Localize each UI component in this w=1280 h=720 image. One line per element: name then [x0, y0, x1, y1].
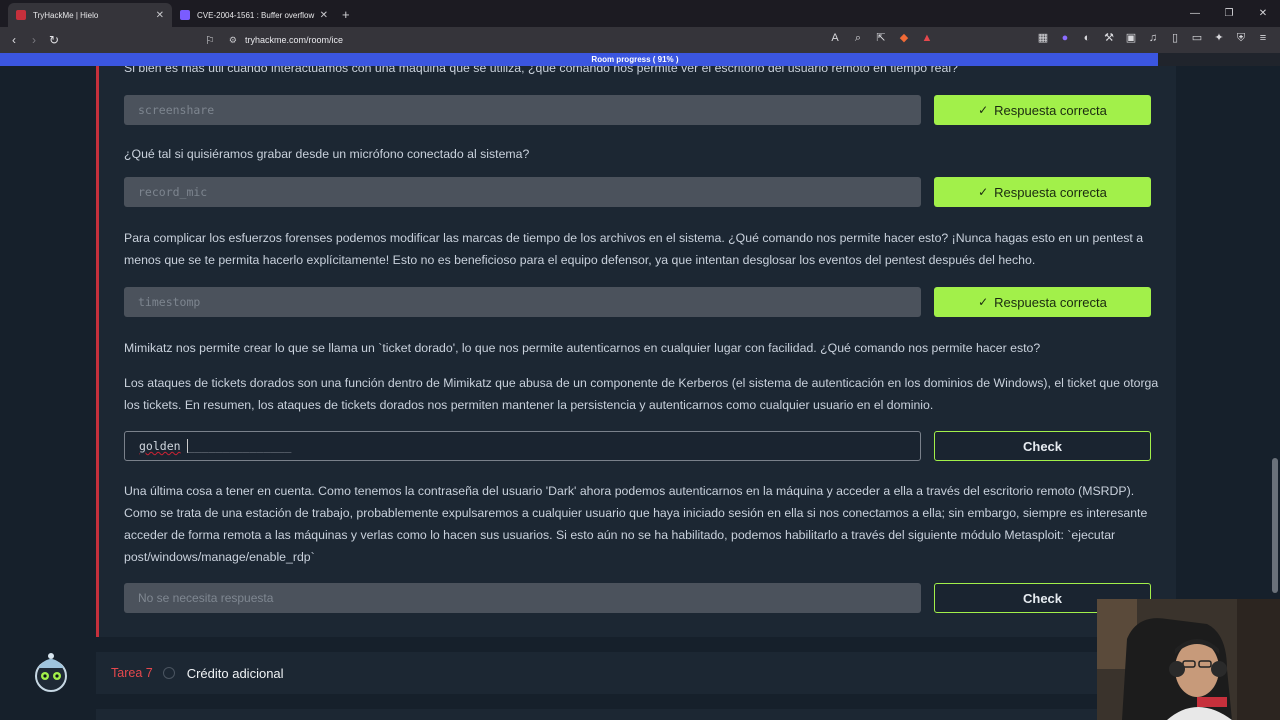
brave-shield-icon[interactable]: ◆ — [897, 31, 911, 45]
question-text: ¿Qué tal si quisiéramos grabar desde un … — [124, 147, 530, 161]
answer-mask: _______________ — [187, 439, 292, 453]
checkmark-icon: ✓ — [978, 185, 989, 199]
site-info-icon[interactable]: ⚙ — [229, 35, 237, 46]
back-icon[interactable]: ‹ — [4, 33, 24, 47]
correct-answer-button: ✓ Respuesta correcta — [934, 177, 1151, 207]
correct-answer-label: Respuesta correcta — [994, 102, 1107, 118]
correct-answer-label: Respuesta correcta — [994, 184, 1107, 200]
extension-icon[interactable]: ▣ — [1124, 31, 1138, 45]
correct-answer-button: ✓ Respuesta correcta — [934, 95, 1151, 125]
extension-icon[interactable]: ◐ — [1080, 31, 1094, 45]
question-text: Una última cosa a tener en cuenta. Como … — [124, 484, 1148, 564]
answer-field: record_mic — [124, 177, 921, 207]
scrollbar-thumb[interactable] — [1272, 458, 1278, 593]
tab-cve[interactable]: CVE-2004-1561 : Buffer overflow in Ic ✕ — [172, 3, 336, 27]
task-status-circle-icon — [162, 667, 175, 679]
close-window-icon[interactable]: ✕ — [1246, 8, 1280, 19]
tryhackme-favicon-icon — [16, 10, 26, 20]
close-tab-icon[interactable]: ✕ — [156, 10, 164, 21]
answer-field-no-answer: No se necesita respuesta — [124, 583, 921, 613]
share-icon[interactable]: ⇱ — [874, 31, 888, 45]
room-progress-label: Room progress ( 91% ) — [591, 55, 679, 64]
brave-rewards-icon[interactable]: ▲ — [920, 31, 934, 45]
vpn-icon[interactable]: ⛨ — [1234, 31, 1248, 45]
task-title: Crédito adicional — [186, 665, 284, 681]
answer-input[interactable]: golden _______________ — [124, 431, 921, 461]
task-number: Tarea 7 — [111, 666, 153, 680]
url-text: tryhackme.com/room/ice — [244, 35, 343, 45]
window-controls: — ❐ ✕ — [1178, 0, 1280, 27]
typed-answer: golden — [139, 439, 181, 453]
answer-field: screenshare — [124, 95, 921, 125]
leo-icon[interactable]: ✦ — [1212, 31, 1226, 45]
media-icon[interactable]: ♫ — [1146, 31, 1160, 45]
question-hint-text: Los ataques de tickets dorados son una f… — [124, 376, 1159, 412]
extension-icon[interactable]: ⚒ — [1102, 31, 1116, 45]
translate-icon[interactable]: A — [828, 31, 842, 45]
menu-icon[interactable]: ≡ — [1256, 31, 1270, 45]
question-text: Si bien es más útil cuando interactuamos… — [124, 66, 958, 75]
extension-icon[interactable]: ● — [1058, 31, 1072, 45]
tab-tryhackme[interactable]: TryHackMe | Hielo ✕ — [8, 3, 172, 27]
bookmark-icon[interactable]: ⚐ — [205, 34, 215, 47]
forward-icon[interactable]: › — [24, 33, 44, 47]
task-content: Si bien es más útil cuando interactuamos… — [0, 66, 1280, 720]
correct-answer-label: Respuesta correcta — [994, 294, 1107, 310]
extension-icon[interactable]: ▦ — [1036, 31, 1050, 45]
close-tab-icon[interactable]: ✕ — [320, 10, 328, 21]
wallet-icon[interactable]: ▭ — [1190, 31, 1204, 45]
address-bar-actions: A ⌕ ⇱ ◆ ▲ — [828, 31, 934, 45]
question-text: Mimikatz nos permite crear lo que se lla… — [124, 341, 1041, 355]
checkmark-icon: ✓ — [978, 295, 989, 309]
task-header[interactable]: Tarea 7 Crédito adicional — [96, 652, 1176, 694]
checkmark-icon: ✓ — [978, 103, 989, 117]
correct-answer-button: ✓ Respuesta correcta — [934, 287, 1151, 317]
answer-field: timestomp — [124, 287, 921, 317]
new-tab-icon[interactable]: + — [336, 7, 358, 27]
restore-icon[interactable]: ❐ — [1212, 8, 1246, 19]
webcam-overlay — [1097, 599, 1280, 720]
browser-nav-bar: ‹ › ↻ ⚐ ⚙ tryhackme.com/room/ice A ⌕ ⇱ ◆… — [0, 27, 1280, 53]
question-text: Para complicar los esfuerzos forenses po… — [124, 231, 1144, 267]
tab-title: TryHackMe | Hielo — [33, 10, 99, 20]
minimize-icon[interactable]: — — [1178, 8, 1212, 19]
tryhackme-mascot-icon[interactable] — [28, 648, 74, 694]
tab-title: CVE-2004-1561 : Buffer overflow in Ic — [197, 10, 316, 20]
sidebar-icon[interactable]: ▯ — [1168, 31, 1182, 45]
next-task-header[interactable] — [96, 709, 1176, 720]
reload-icon[interactable]: ↻ — [44, 33, 64, 47]
extensions-toolbar: ▦ ● ◐ ⚒ ▣ ♫ ▯ ▭ ✦ ⛨ ≡ — [1036, 31, 1270, 45]
zoom-icon[interactable]: ⌕ — [851, 31, 865, 45]
room-progress-bar: Room progress ( 91% ) — [0, 53, 1280, 66]
browser-tab-bar: TryHackMe | Hielo ✕ CVE-2004-1561 : Buff… — [0, 0, 1280, 27]
cve-favicon-icon — [180, 10, 190, 20]
check-button[interactable]: Check — [934, 431, 1151, 461]
